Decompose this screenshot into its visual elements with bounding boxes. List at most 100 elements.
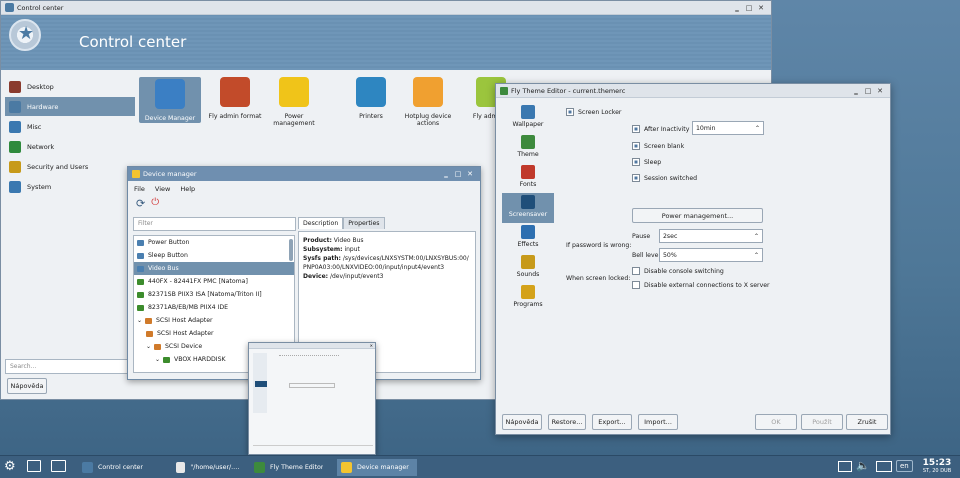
taskbar-item[interactable]: Device manager (337, 459, 417, 476)
apply-button[interactable]: Použít (801, 414, 843, 430)
close-button[interactable]: ✕ (755, 4, 767, 12)
tile-device-manager[interactable]: Device Manager (139, 77, 201, 123)
minimize-button[interactable]: ‗ (850, 87, 862, 95)
disable-console-checkbox[interactable]: Disable console switching (632, 267, 724, 275)
screen-locker-checkbox[interactable]: Screen Locker (566, 108, 621, 116)
misc-icon (9, 120, 21, 133)
wallpaper-icon (521, 105, 535, 119)
after-inactivity-spinbox[interactable]: 10min ⌃ (692, 121, 764, 135)
tile-hotplug-device-actions[interactable]: Hotplug device actions (397, 77, 459, 127)
help-button[interactable]: Nápověda (502, 414, 542, 430)
category-programs[interactable]: Programs (502, 283, 554, 313)
fonts-icon (521, 165, 535, 179)
restore-button[interactable]: Restore... (548, 414, 586, 430)
sleep-checkbox[interactable]: Sleep (632, 158, 661, 166)
disable-external-checkbox[interactable]: Disable external connections to X server (632, 281, 770, 289)
device-tree-item[interactable]: 82371SB PIIX3 ISA [Natoma/Triton II] (134, 288, 294, 301)
pause-value: 2sec (663, 232, 678, 240)
sidebar-item-misc[interactable]: Misc (5, 117, 135, 136)
taskbar-item[interactable]: Control center (78, 459, 163, 476)
description-row: Subsystem: input (303, 245, 471, 254)
category-fonts[interactable]: Fonts (502, 163, 554, 193)
taskbar-item[interactable]: "/home/user/.fly/... (172, 459, 244, 476)
tile-power-management[interactable]: Power management (263, 77, 325, 127)
network-tray-icon[interactable] (876, 461, 892, 472)
filter-input[interactable]: Filter (133, 217, 296, 231)
menu-view[interactable]: View (155, 185, 170, 193)
category-sounds[interactable]: Sounds (502, 253, 554, 283)
menu-file[interactable]: File (134, 185, 145, 193)
maximize-button[interactable]: □ (452, 170, 464, 178)
effects-icon (521, 225, 535, 239)
help-button[interactable]: Nápověda (7, 378, 47, 394)
chevron-down-icon[interactable]: ⌄ (137, 317, 145, 324)
tab-description[interactable]: Description (298, 217, 344, 229)
ok-button[interactable]: OK (755, 414, 797, 430)
sidebar-item-desktop[interactable]: Desktop (5, 77, 135, 96)
usb-icon (413, 77, 443, 107)
close-button[interactable]: ✕ (464, 170, 476, 178)
tile-printers[interactable]: Printers (340, 77, 402, 120)
power-icon[interactable]: ⏻ (151, 197, 159, 210)
device-tree-item[interactable]: Power Button (134, 236, 294, 249)
description-value: input (344, 246, 360, 253)
device-icon (137, 265, 144, 272)
after-inactivity-checkbox[interactable]: After Inactivity (632, 125, 689, 133)
bell-level-spinbox[interactable]: 50% ⌃ (659, 248, 763, 262)
keyboard-layout-icon[interactable] (838, 461, 852, 472)
minimize-button[interactable]: ‗ (731, 4, 743, 12)
chevron-down-icon[interactable]: ⌄ (146, 343, 154, 350)
category-effects[interactable]: Effects (502, 223, 554, 253)
category-wallpaper[interactable]: Wallpaper (502, 103, 554, 133)
device-icon (145, 317, 152, 324)
category-screensaver[interactable]: Screensaver (502, 193, 554, 223)
language-indicator[interactable]: en (896, 460, 913, 472)
maximize-button[interactable]: □ (743, 4, 755, 12)
pause-spinbox[interactable]: 2sec ⌃ (659, 229, 763, 243)
file-manager-icon[interactable] (51, 460, 66, 472)
control-center-logo-icon (9, 19, 41, 51)
tab-properties[interactable]: Properties (343, 217, 385, 229)
device-tree-item[interactable]: SCSI Host Adapter (134, 327, 294, 340)
theme-editor-titlebar[interactable]: Fly Theme Editor - current.themerc ‗ □ ✕ (496, 84, 890, 98)
sidebar-item-network[interactable]: Network (5, 137, 135, 156)
show-desktop-icon[interactable] (27, 460, 41, 472)
description-row: Device: /dev/input/event3 (303, 272, 471, 281)
refresh-icon[interactable]: ⟳ (136, 197, 145, 210)
device-manager-window-title: Device manager (143, 170, 197, 178)
export-button[interactable]: Export... (592, 414, 632, 430)
chevron-down-icon[interactable]: ⌄ (155, 356, 163, 363)
minimize-button[interactable]: ‗ (440, 170, 452, 178)
category-theme[interactable]: Theme (502, 133, 554, 163)
search-input[interactable]: Search... (5, 359, 133, 374)
device-tree-item[interactable]: ⌄ SCSI Host Adapter (134, 314, 294, 327)
volume-icon[interactable]: 🔈 (856, 459, 870, 472)
cancel-button[interactable]: Zrušit (846, 414, 888, 430)
sidebar-item-label: Network (27, 142, 55, 151)
window-preview-thumbnail[interactable]: ✕ (248, 342, 376, 455)
sidebar-item-system[interactable]: System (5, 177, 135, 196)
menu-help[interactable]: Help (180, 185, 195, 193)
tree-scrollbar[interactable] (289, 239, 293, 261)
device-tree-item[interactable]: Video Bus (134, 262, 294, 275)
device-tree-item[interactable]: 440FX - 82441FX PMC [Natoma] (134, 275, 294, 288)
clock[interactable]: 15:23 ST, 20 DUB (918, 458, 956, 474)
device-tree-item[interactable]: Sleep Button (134, 249, 294, 262)
sidebar-item-security-and-users[interactable]: Security and Users (5, 157, 135, 176)
sidebar-item-hardware[interactable]: Hardware (5, 97, 135, 116)
session-switched-checkbox[interactable]: Session switched (632, 174, 697, 182)
preview-footer (253, 445, 373, 450)
maximize-button[interactable]: □ (862, 87, 874, 95)
start-menu-icon[interactable]: ⚙ (4, 459, 16, 474)
tile-label: Printers (359, 113, 383, 120)
screen-blank-checkbox[interactable]: Screen blank (632, 142, 684, 150)
import-button[interactable]: Import... (638, 414, 678, 430)
power-management-button[interactable]: Power management... (632, 208, 763, 223)
device-tree-item[interactable]: 82371AB/EB/MB PIIX4 IDE (134, 301, 294, 314)
control-center-titlebar[interactable]: Control center ‗ □ ✕ (1, 1, 771, 15)
device-manager-titlebar[interactable]: Device manager ‗ □ ✕ (128, 167, 480, 181)
taskbar-item[interactable]: Fly Theme Editor (250, 459, 328, 476)
close-button[interactable]: ✕ (874, 87, 886, 95)
description-row: Product: Video Bus (303, 236, 471, 245)
tile-fly-admin-format[interactable]: Fly admin format (204, 77, 266, 120)
